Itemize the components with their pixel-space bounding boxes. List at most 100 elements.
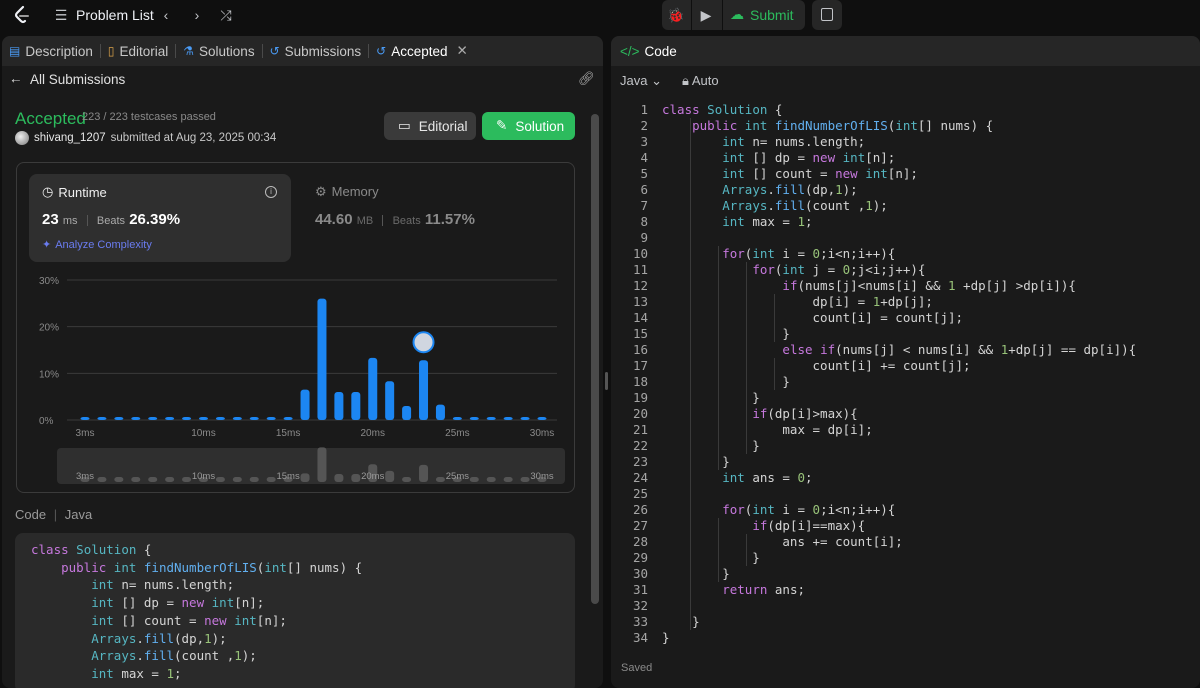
editorial-button[interactable]: ▭ Editorial — [384, 112, 476, 140]
line-number: 34 — [632, 630, 648, 645]
chart-bar — [97, 417, 107, 420]
line-number: 16 — [632, 342, 648, 357]
tab-label: Editorial — [119, 43, 169, 59]
chart-bar — [469, 417, 479, 420]
tab-label: Submissions — [284, 43, 362, 59]
code-label: Code — [15, 507, 47, 522]
code-line: ans += count[i]; — [662, 534, 903, 549]
navigator-tick-label: 10ms — [192, 471, 215, 482]
x-tick-label: 3ms — [76, 428, 95, 439]
line-number: 25 — [632, 486, 648, 501]
submit-button[interactable]: ☁ Submit — [730, 6, 794, 23]
debug-icon[interactable]: 🐞 — [667, 6, 685, 24]
line-number: 7 — [640, 198, 648, 213]
code-line: int [] dp = new int[n]; — [722, 150, 896, 165]
chart-bar — [520, 417, 530, 420]
line-number: 23 — [632, 454, 648, 469]
share-link-icon[interactable]: 🔗︎ — [578, 71, 595, 87]
document-icon: ▤ — [9, 44, 21, 58]
username[interactable]: shivang_1207 — [34, 132, 106, 144]
book-icon: ▭ — [398, 118, 411, 133]
performance-card: ◷ Runtime i 23 ms Beats 26.39% ✦ Analyze… — [16, 162, 575, 493]
edit-icon: ✎ — [496, 118, 508, 133]
chevron-down-icon: ⌄ — [651, 73, 662, 88]
navigator-bar — [182, 477, 192, 482]
submission-author: shivang_1207 submitted at Aug 23, 2025 0… — [15, 131, 276, 145]
navigator-bar — [131, 477, 141, 482]
chart-bar — [537, 417, 547, 420]
navigator-tick-label: 15ms — [276, 471, 299, 482]
navigator-bar — [385, 470, 395, 482]
runtime-distribution-chart[interactable]: 30% 20% 10% 0% 3ms 10ms 15ms 20ms 25ms 30ms 3ms 10m… — [17, 163, 576, 494]
x-tick-label: 20ms — [361, 428, 385, 439]
avatar[interactable] — [15, 131, 29, 145]
code-line: for(int j = 0;j<i;j++){ — [752, 262, 926, 277]
notes-button[interactable] — [812, 0, 842, 30]
indent-guide — [774, 294, 775, 342]
code-preview[interactable]: class Solution { public int findNumberOf… — [15, 533, 575, 688]
editor-toolbar: Java ⌄ 🔒︎ Auto — [620, 73, 719, 89]
your-submission-marker — [412, 331, 435, 354]
chart-bar — [80, 417, 90, 420]
code-line: Arrays.fill(dp,1); — [91, 630, 227, 646]
line-number: 8 — [640, 214, 648, 229]
code-line: } — [662, 566, 730, 581]
close-tab-icon[interactable]: ✕ — [457, 43, 468, 59]
tab-label: Accepted — [391, 43, 448, 59]
language-select[interactable]: Java ⌄ — [620, 73, 662, 89]
auto-mode[interactable]: 🔒︎ Auto — [682, 73, 719, 89]
left-panel: ▤ Description ▯ Editorial ⚗ Solutions ↺ Subm… — [2, 36, 603, 688]
y-tick-label: 20% — [39, 323, 59, 334]
code-editor[interactable]: 1 class Solution {2 public int findNumber… — [611, 102, 1200, 662]
code-line: int [] count = new int[n]; — [722, 166, 918, 181]
chart-bar — [402, 406, 412, 420]
indent-guide — [774, 358, 775, 390]
tab-solutions[interactable]: ⚗ Solutions — [176, 36, 261, 66]
navigator-tick-label: 30ms — [530, 471, 553, 482]
history-icon: ↺ — [376, 44, 387, 58]
code-line: } — [662, 454, 730, 469]
navigator-bar — [215, 477, 225, 482]
chevron-right-icon[interactable]: › — [188, 6, 206, 24]
back-arrow-icon[interactable]: ← — [9, 71, 23, 86]
chart-bar — [452, 417, 462, 420]
submission-nav: ← All Submissions 🔗︎ — [2, 68, 603, 92]
line-number: 12 — [632, 278, 648, 293]
tab-editorial[interactable]: ▯ Editorial — [101, 36, 175, 66]
tab-submissions[interactable]: ↺ Submissions — [263, 36, 369, 66]
problem-list-link[interactable]: Problem List — [76, 7, 154, 23]
chart-bar — [165, 417, 175, 420]
all-submissions-link[interactable]: All Submissions — [30, 72, 125, 87]
panel-resize-handle[interactable] — [605, 372, 608, 390]
tab-description[interactable]: ▤ Description — [2, 36, 100, 66]
code-line: for(int i = 0;i<n;i++){ — [722, 246, 896, 261]
line-number: 20 — [632, 406, 648, 421]
line-number: 2 — [640, 118, 648, 133]
navigator-bar — [249, 477, 259, 482]
tab-accepted[interactable]: ↺ Accepted ✕ — [369, 36, 475, 66]
chart-bar — [131, 417, 141, 420]
chart-bar — [351, 392, 361, 420]
line-number: 29 — [632, 550, 648, 565]
chart-bar — [368, 357, 378, 420]
lock-icon: 🔒︎ — [682, 73, 689, 88]
code-header: Code | Java — [15, 507, 92, 522]
code-line: Arrays.fill(count ,1); — [91, 648, 257, 664]
flask-icon: ⚗ — [183, 44, 195, 58]
line-number: 26 — [632, 502, 648, 517]
scrollbar[interactable] — [591, 114, 599, 604]
x-tick-label: 10ms — [191, 428, 215, 439]
y-tick-label: 10% — [39, 369, 59, 380]
auto-label: Auto — [691, 73, 719, 88]
sidebar-menu-icon[interactable]: ☰ — [52, 6, 70, 24]
code-panel-header: </> Code — [611, 36, 1200, 66]
code-line: public int findNumberOfLIS(int[] nums) { — [61, 559, 363, 575]
leetcode-logo-icon[interactable] — [12, 5, 32, 25]
line-number: 9 — [640, 230, 648, 245]
run-play-icon[interactable]: ▶ — [697, 6, 715, 24]
indent-guide — [746, 262, 747, 438]
chevron-left-icon[interactable]: ‹ — [157, 6, 175, 24]
shuffle-icon[interactable]: ⤮ — [217, 6, 235, 24]
code-line: int n= nums.length; — [722, 134, 866, 149]
solution-button[interactable]: ✎ Solution — [482, 112, 575, 140]
